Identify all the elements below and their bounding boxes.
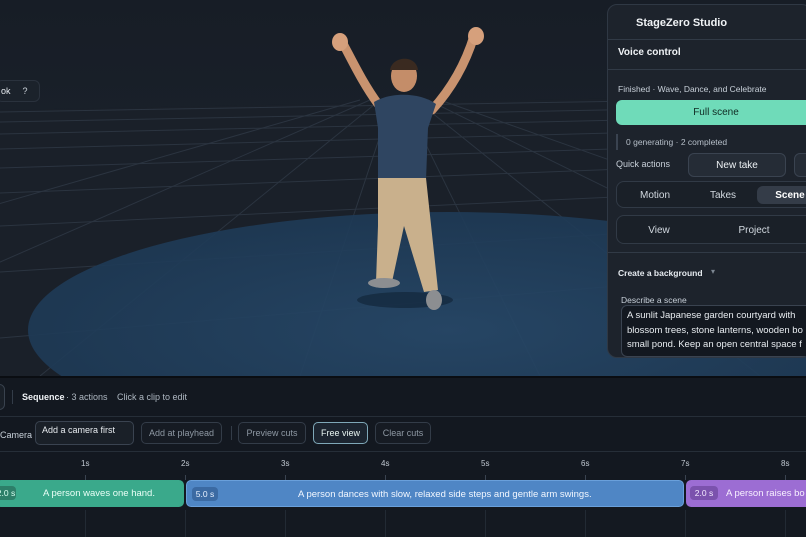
ruler-tick-label: 8s [781,459,790,468]
ruler-tick-label: 6s [581,459,590,468]
tab-takes[interactable]: Takes [691,186,755,204]
new-take-button[interactable]: New take [688,153,786,177]
track-gridline [585,510,586,537]
ruler-tick [685,475,686,480]
background-section-label[interactable]: Create a background [618,268,703,278]
clear-cuts-button[interactable]: Clear cuts [375,422,431,444]
divider [12,390,13,404]
free-view-button[interactable]: Free view [313,422,368,444]
tab-scene[interactable]: Scene [757,186,806,204]
tab-motion[interactable]: Motion [625,186,685,204]
look-chip-label: ok [1,86,11,96]
timeline-border [0,376,806,378]
scene-description-input[interactable]: A sunlit Japanese garden courtyard with … [621,305,806,357]
describe-scene-label: Describe a scene [621,295,687,305]
ruler-tick-label: 7s [681,459,690,468]
extra-action-button[interactable] [794,153,806,177]
divider [0,416,806,417]
timeline-clip-dance[interactable]: 5.0 s A person dances with slow, relaxed… [186,480,684,507]
divider [608,39,806,40]
description-line: blossom trees, stone lanterns, wooden bo [627,324,803,336]
clip-duration-badge: 2.0 s [0,486,16,500]
chevron-down-icon[interactable]: ▾ [711,267,715,276]
divider [608,69,806,70]
3d-viewport[interactable]: ok ? StageZero Studio Voice control Fini… [0,0,806,376]
description-line: A sunlit Japanese garden courtyard with [627,310,796,321]
voice-control-panel: StageZero Studio Voice control Finished … [607,4,806,358]
generation-status: 0 generating · 2 completed [616,134,806,150]
add-at-playhead-button[interactable]: Add at playhead [141,422,222,444]
track-gridline [85,510,86,537]
sequence-timeline: Sequence · 3 actions Click a clip to edi… [0,376,806,537]
timeline-clip-wave[interactable]: 2.0 s A person waves one hand. [0,480,184,507]
divider [608,252,806,253]
clip-label: A person dances with slow, relaxed side … [298,489,592,500]
clip-label: A person raises bo [726,488,805,499]
preview-cuts-button[interactable]: Preview cuts [238,422,306,444]
subtab-view[interactable]: View [627,221,691,239]
track-gridline [385,510,386,537]
camera-label: Camera [0,430,33,440]
track-gridline [285,510,286,537]
ruler-tick-label: 3s [281,459,290,468]
sequence-header: Sequence · 3 actions Click a clip to edi… [0,382,806,412]
collapse-button[interactable] [0,384,5,410]
clip-duration-badge: 2.0 s [690,486,718,500]
full-scene-button[interactable]: Full scene [616,100,806,125]
ruler-tick [185,475,186,480]
divider [0,451,806,452]
track-gridline [785,510,786,537]
divider [231,426,232,440]
clip-duration-badge: 5.0 s [192,487,218,501]
camera-select[interactable]: Add a camera first [35,421,134,445]
help-icon[interactable]: ? [23,86,28,96]
ruler-tick-label: 5s [481,459,490,468]
sequence-count: · 3 actions [66,392,108,402]
sequence-title: Sequence [22,392,65,402]
panel-subtabs: View Project [616,215,806,244]
ruler-tick-label: 1s [81,459,90,468]
timeline-clip-raise[interactable]: 2.0 s A person raises bo [686,480,806,507]
app-title: StageZero Studio [636,17,728,29]
description-line: small pond. Keep an open central space f [627,339,802,350]
ruler-tick-label: 4s [381,459,390,468]
clip-label: A person waves one hand. [43,488,155,499]
ruler-tick-label: 2s [181,459,190,468]
track-gridline [485,510,486,537]
track-gridline [185,510,186,537]
quick-actions-label: Quick actions [616,159,671,169]
voice-control-title: Voice control [618,47,681,58]
sequence-hint: Click a clip to edit [117,392,188,402]
subtab-project[interactable]: Project [719,221,789,239]
status-text: Finished · Wave, Dance, and Celebrate [618,84,767,94]
look-chip[interactable]: ok ? [0,80,40,102]
track-gridline [685,510,686,537]
panel-tabs: Motion Takes Scene [616,181,806,208]
